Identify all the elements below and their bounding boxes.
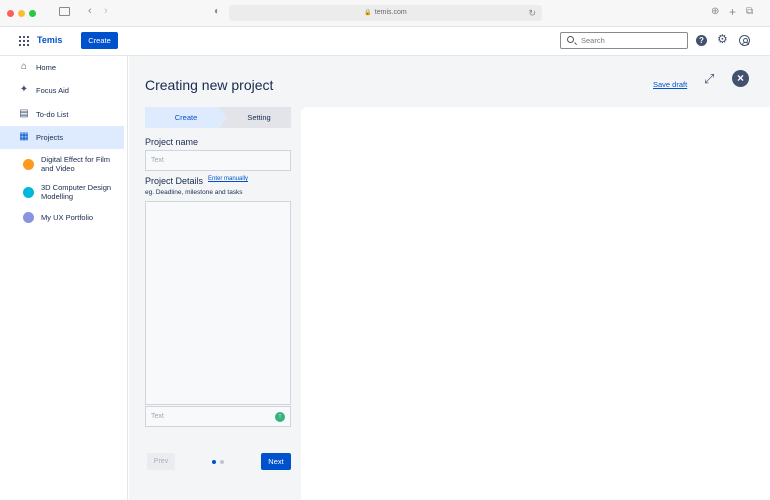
sidebar: ⌂ Home ✦ Focus Aid ▤ To-do List ▦ Projec…	[0, 56, 128, 500]
sidebar-item-projects[interactable]: ▦ Projects	[0, 126, 124, 149]
reload-icon[interactable]: ↻	[528, 5, 536, 21]
project-label: Digital Effect for Film and Video	[41, 155, 111, 173]
create-button[interactable]: Create	[81, 32, 118, 49]
sidebar-item-todo[interactable]: ▤ To-do List	[0, 103, 124, 126]
preview-panel	[301, 107, 770, 500]
stepper: Setting Create	[145, 107, 291, 128]
new-tab-icon[interactable]: +	[729, 6, 736, 18]
pagination-dot	[220, 460, 224, 464]
sparkle-icon: ✦	[19, 84, 29, 95]
lock-icon: 🔒	[364, 10, 372, 16]
app-header: Temis Create Search ? ⚙	[0, 27, 770, 56]
project-item-digital-effect[interactable]: Digital Effect for Film and Video	[0, 155, 124, 175]
project-color-dot	[23, 159, 34, 170]
minimize-window-button[interactable]	[18, 10, 25, 17]
url-text: temis.com	[374, 9, 407, 16]
maximize-window-button[interactable]	[29, 10, 36, 17]
project-color-dot	[23, 187, 34, 198]
close-icon[interactable]: ×	[732, 70, 749, 87]
project-label: My UX Portfolio	[41, 213, 94, 222]
sidebar-item-label: Projects	[36, 133, 64, 142]
step-create[interactable]: Create	[145, 107, 227, 128]
address-bar[interactable]: 🔒 temis.com ↻	[229, 5, 542, 21]
project-item-ux-portfolio[interactable]: My UX Portfolio	[0, 212, 124, 224]
project-details-hint: eg. Deadline, milestone and tasks	[145, 189, 243, 196]
enter-manually-link[interactable]: Enter manually	[208, 176, 248, 182]
project-details-textarea[interactable]	[145, 201, 291, 405]
prev-button[interactable]: Prev	[147, 453, 175, 470]
send-arrow-icon[interactable]: ↑	[275, 412, 285, 422]
sidebar-icon[interactable]	[59, 7, 70, 16]
expand-icon[interactable]: ⤢	[704, 71, 720, 87]
step-setting[interactable]: Setting	[217, 107, 291, 128]
browser-toolbar: ‹ › ◐ 🔒 temis.com ↻ ⊕ + ⧉	[0, 0, 770, 27]
download-icon[interactable]: ⊕	[711, 7, 719, 17]
sidebar-item-label: To-do List	[36, 110, 69, 119]
back-icon[interactable]: ‹	[88, 6, 92, 17]
project-details-label: Project Details	[145, 176, 204, 186]
tabs-icon[interactable]: ⧉	[746, 7, 753, 17]
pagination-dot-active	[212, 460, 216, 464]
document-icon: ▤	[19, 108, 29, 119]
project-name-label: Project name	[145, 137, 199, 147]
project-item-3d-design[interactable]: 3D Computer Design Modelling	[0, 183, 124, 203]
sidebar-item-label: Focus Aid	[36, 86, 69, 95]
apps-grid-icon[interactable]	[19, 36, 29, 46]
help-icon[interactable]: ?	[696, 35, 707, 46]
sidebar-item-focus-aid[interactable]: ✦ Focus Aid	[0, 79, 124, 102]
brand-logo[interactable]: Temis	[37, 35, 62, 45]
search-placeholder: Search	[581, 36, 605, 45]
page-title: Creating new project	[145, 77, 274, 93]
shield-icon: ◐	[214, 6, 221, 17]
avatar-icon[interactable]	[739, 35, 750, 46]
search-input[interactable]: Search	[560, 32, 688, 49]
project-name-input[interactable]: Text	[145, 150, 291, 171]
projects-icon: ▦	[19, 131, 29, 142]
save-draft-link[interactable]: Save draft	[653, 80, 687, 89]
next-button[interactable]: Next	[261, 453, 291, 470]
search-icon	[567, 36, 574, 43]
project-color-dot	[23, 212, 34, 223]
gear-icon[interactable]: ⚙	[717, 33, 728, 45]
message-input[interactable]: Text	[145, 406, 291, 427]
forward-icon[interactable]: ›	[104, 6, 108, 17]
home-icon: ⌂	[20, 61, 28, 72]
sidebar-item-home[interactable]: ⌂ Home	[0, 56, 124, 79]
main-content: Creating new project Save draft ⤢ × Sett…	[129, 56, 770, 500]
sidebar-item-label: Home	[36, 63, 57, 72]
close-window-button[interactable]	[7, 10, 14, 17]
project-label: 3D Computer Design Modelling	[41, 183, 112, 201]
